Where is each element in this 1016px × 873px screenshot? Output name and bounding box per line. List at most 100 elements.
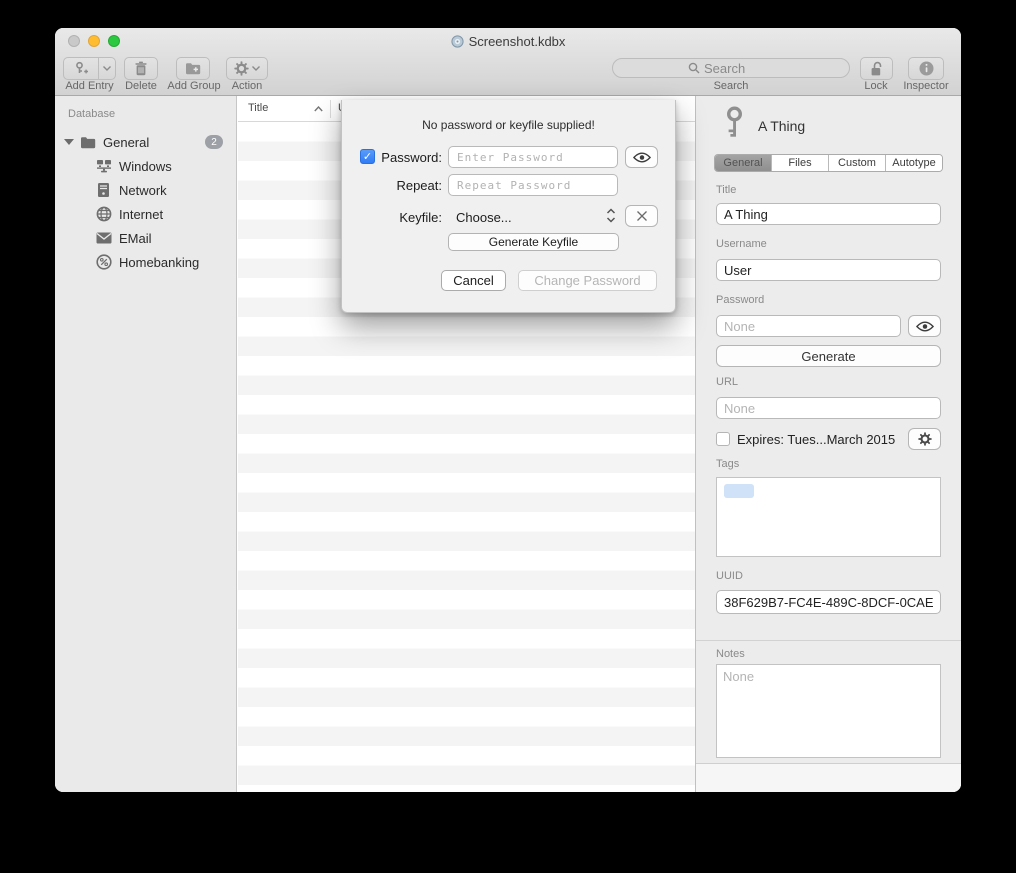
globe-icon: [95, 206, 112, 223]
folder-icon: [79, 134, 96, 151]
cancel-button[interactable]: Cancel: [441, 270, 506, 291]
inspector-label: Inspector: [898, 80, 954, 92]
sidebar-item-email[interactable]: EMail: [55, 226, 237, 250]
window-title: Screenshot.kdbx: [55, 33, 961, 49]
dialog-repeat-input[interactable]: [448, 174, 618, 196]
close-icon: [636, 210, 648, 222]
title-field[interactable]: [716, 203, 941, 225]
notes-label: Notes: [716, 648, 745, 660]
add-entry-label: Add Entry: [63, 80, 116, 92]
sidebar-item-general[interactable]: General 2: [55, 130, 237, 154]
search-input[interactable]: [704, 61, 774, 76]
add-group-button[interactable]: [176, 57, 210, 80]
key-plus-icon[interactable]: [64, 58, 99, 79]
expires-label: Expires: Tues...March 2015: [737, 432, 895, 447]
gear-icon: [918, 432, 932, 446]
checkmark-icon: ✓: [363, 150, 372, 163]
trash-icon: [134, 61, 148, 76]
tags-box[interactable]: [716, 477, 941, 557]
inspector-divider: [696, 640, 961, 641]
sidebar-item-homebanking[interactable]: Homebanking: [55, 250, 237, 274]
tags-label: Tags: [716, 458, 739, 470]
tab-general[interactable]: General: [715, 155, 772, 171]
inspector-panel: A Thing General Files Custom Autotype Ti…: [695, 96, 961, 792]
inspector-button[interactable]: [908, 57, 944, 80]
generate-keyfile-button[interactable]: Generate Keyfile: [448, 233, 619, 251]
percent-circle-icon: [95, 254, 112, 271]
url-field[interactable]: [716, 397, 941, 419]
uuid-field[interactable]: [716, 590, 941, 614]
entry-count-badge: 2: [205, 135, 223, 149]
sidebar-item-label: Network: [119, 183, 167, 198]
username-field[interactable]: [716, 259, 941, 281]
dialog-repeat-label: Repeat:: [378, 178, 442, 193]
server-icon: [95, 182, 112, 199]
windows-network-icon: [95, 158, 112, 175]
expires-settings-button[interactable]: [908, 428, 941, 450]
key-icon: [724, 106, 745, 143]
sidebar-item-windows[interactable]: Windows: [55, 154, 237, 178]
username-field-label: Username: [716, 238, 767, 250]
tab-custom[interactable]: Custom: [829, 155, 886, 171]
lock-button[interactable]: [860, 57, 893, 80]
password-field[interactable]: [716, 315, 901, 337]
sidebar-item-network[interactable]: Network: [55, 178, 237, 202]
url-field-label: URL: [716, 376, 738, 388]
sidebar-item-label: EMail: [119, 231, 152, 246]
add-entry-button[interactable]: [63, 57, 116, 80]
sidebar-item-label: Homebanking: [119, 255, 199, 270]
tag-pill[interactable]: [724, 484, 754, 498]
document-icon: [451, 35, 464, 48]
sidebar-item-label: General: [103, 135, 149, 150]
dialog-keyfile-label: Keyfile:: [378, 210, 442, 225]
lock-label: Lock: [853, 80, 899, 92]
folder-plus-icon: [185, 62, 201, 75]
uuid-label: UUID: [716, 570, 743, 582]
expires-row: Expires: Tues...March 2015: [716, 428, 895, 450]
envelope-icon: [95, 230, 112, 247]
generate-password-button[interactable]: Generate: [716, 345, 941, 367]
delete-label: Delete: [117, 80, 165, 92]
clear-keyfile-button[interactable]: [625, 205, 658, 227]
stepper-icon[interactable]: [606, 208, 616, 228]
chevron-down-icon: [252, 66, 260, 71]
sidebar-section-header: Database: [68, 108, 115, 120]
dialog-password-label: Password:: [378, 150, 442, 165]
action-button[interactable]: [226, 57, 268, 80]
column-header-title[interactable]: Title: [248, 102, 268, 114]
inspector-entry-title: A Thing: [758, 118, 805, 134]
app-window: Screenshot.kdbx Add Entry Delete Add Gro…: [55, 28, 961, 792]
password-field-label: Password: [716, 294, 764, 306]
delete-button[interactable]: [124, 57, 158, 80]
password-checkbox[interactable]: ✓: [360, 149, 375, 164]
column-divider[interactable]: [330, 100, 331, 118]
disclosure-triangle-icon[interactable]: [64, 139, 74, 145]
dialog-message: No password or keyfile supplied!: [342, 118, 675, 132]
gear-icon: [234, 61, 249, 76]
dialog-password-input[interactable]: [448, 146, 618, 168]
search-input-wrap[interactable]: [612, 58, 850, 78]
dialog-reveal-password-button[interactable]: [625, 146, 658, 168]
sidebar-item-internet[interactable]: Internet: [55, 202, 237, 226]
notes-field[interactable]: [716, 664, 941, 758]
expires-checkbox[interactable]: [716, 432, 730, 446]
search-icon: [688, 62, 700, 74]
sidebar-item-label: Windows: [119, 159, 172, 174]
change-password-dialog: No password or keyfile supplied! ✓ Passw…: [341, 100, 676, 313]
action-label: Action: [221, 80, 273, 92]
sort-ascending-icon: [314, 103, 323, 115]
search-label: Search: [681, 80, 781, 92]
group-sidebar: Database General 2 Windows Network: [55, 96, 237, 792]
keyfile-popup[interactable]: Choose...: [456, 210, 512, 225]
add-group-label: Add Group: [163, 80, 225, 92]
open-padlock-icon: [870, 61, 884, 77]
reveal-password-button[interactable]: [908, 315, 941, 337]
sidebar-item-label: Internet: [119, 207, 163, 222]
inspector-bottom-bar: [696, 764, 961, 792]
eye-icon: [633, 152, 651, 163]
add-entry-dropdown[interactable]: [99, 58, 115, 79]
tab-autotype[interactable]: Autotype: [886, 155, 942, 171]
inspector-tab-bar: General Files Custom Autotype: [714, 154, 943, 172]
change-password-button[interactable]: Change Password: [518, 270, 657, 291]
tab-files[interactable]: Files: [772, 155, 829, 171]
